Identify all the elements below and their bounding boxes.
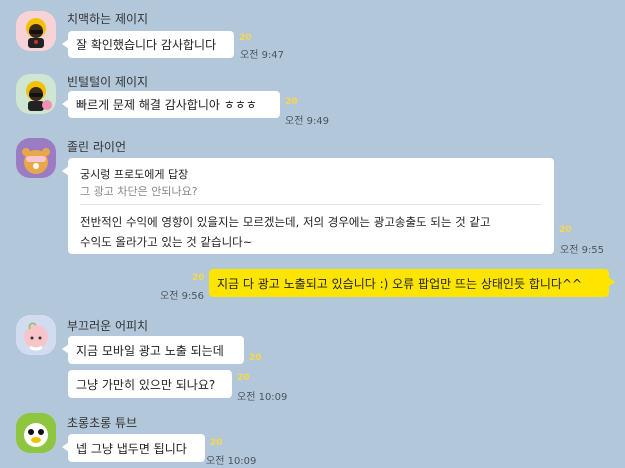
ryan-avatar-icon [22,148,50,174]
unread-count: 20 [210,438,223,448]
reply-text-line: 전반적인 수익에 영향이 있을지는 모르겠는데, 저의 경우에는 광고송출도 되… [80,215,491,229]
sender-name: 졸린 라이언 [67,140,127,154]
avatar[interactable] [16,413,56,453]
message-bubble[interactable]: 그냥 가만히 있으만 되나요? [68,370,232,398]
sender-name: 빈털털이 제이지 [67,75,149,89]
avatar[interactable] [16,315,56,355]
sender-name: 초롱초롱 튜브 [67,416,138,430]
unread-count: 20 [237,373,250,383]
message-bubble[interactable]: 지금 다 광고 노출되고 있습니다 :) 오류 팝업만 뜨는 상태인듯 합니다^… [209,269,615,297]
sender-name: 치맥하는 제이지 [67,12,149,26]
avatar[interactable] [16,74,56,114]
message-time: 오전 9:56 [160,291,205,302]
message-time: 오전 10:09 [206,456,257,467]
message-time: 오전 10:09 [237,392,288,403]
reply-bubble[interactable]: 궁시렁 프로도에게 답장 그 광고 차단은 안되나요? 전반적인 수익에 영향이… [62,158,554,254]
message-time: 오전 9:47 [240,50,285,61]
avatar[interactable] [16,11,56,51]
reply-target: 궁시렁 프로도에게 답장 [80,168,189,181]
unread-count: 20 [559,225,572,235]
unread-count: 20 [285,97,298,107]
jay-g-avatar-icon [26,81,52,111]
sender-name: 부끄러운 어피치 [67,319,149,333]
unread-count: 20 [192,273,205,283]
jay-g-avatar-icon [26,18,46,48]
message-bubble[interactable]: 잘 확인했습니다 감사합니다 [62,31,234,58]
message-time: 오전 9:55 [560,245,605,256]
unread-count: 20 [249,353,262,363]
quoted-message: 그 광고 차단은 안되나요? [80,185,198,198]
message-bubble[interactable]: 넵 그냥 냅두면 됩니다 [62,434,205,462]
message-time: 오전 9:49 [285,116,330,127]
divider [80,204,542,205]
unread-count: 20 [239,33,252,43]
apeach-avatar-icon [24,322,48,351]
reply-text-line: 수익도 올라가고 있는 것 같습니다~ [80,235,253,249]
tube-avatar-icon [24,423,48,447]
message-bubble[interactable]: 지금 모바일 광고 노출 되는데 [62,336,244,364]
message-bubble[interactable]: 빠르게 문제 해결 감사합니아 ㅎㅎㅎ [62,91,280,118]
avatar[interactable] [16,138,56,178]
